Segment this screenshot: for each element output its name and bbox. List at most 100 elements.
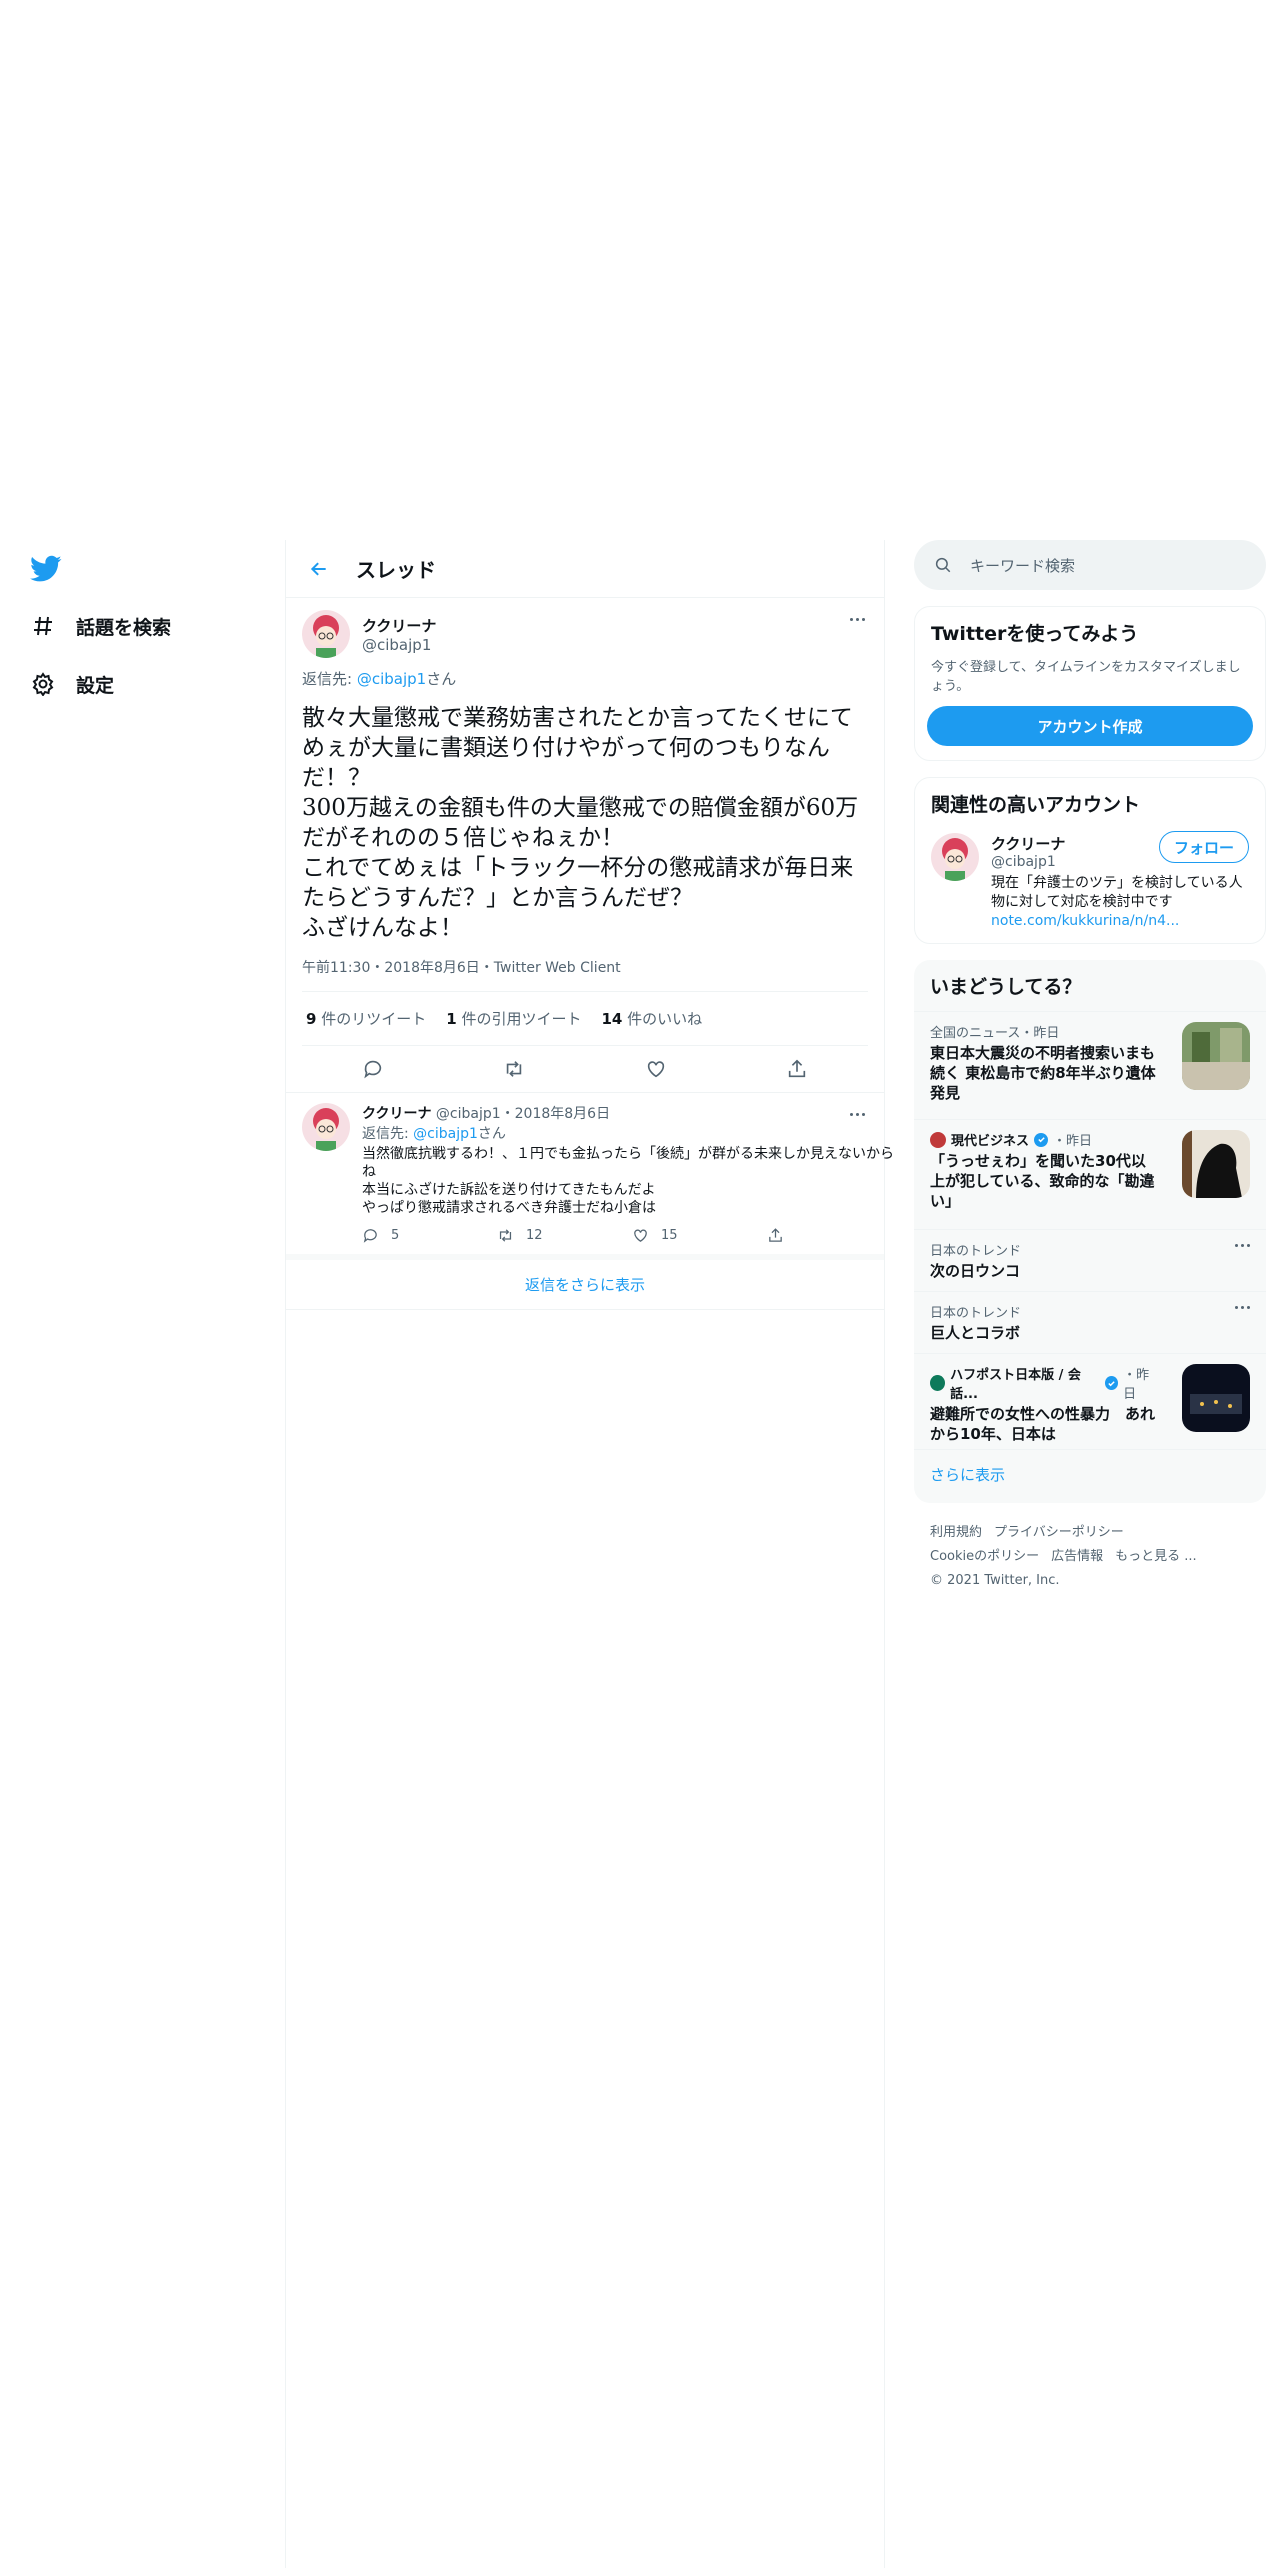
main-tweet: ククリーナ @cibajp1 返信先: @cibajp1さん 散々大量懲戒で業務… (286, 598, 884, 1093)
like-button[interactable]: 15 (632, 1227, 767, 1244)
account-bio: 現在「弁護士のツテ」を検討している人物に対して対応を検討中です (991, 875, 1243, 910)
show-more-replies-button[interactable]: 返信をさらに表示 (286, 1260, 884, 1310)
reply-tweet[interactable]: ククリーナ @cibajp1・2018年8月6日 返信先: @cibajp1さん… (286, 1093, 894, 1260)
related-title: 関連性の高いアカウント (931, 794, 1141, 816)
reply-to-link[interactable]: @cibajp1 (357, 670, 426, 688)
author-name[interactable]: ククリーナ (362, 615, 436, 636)
avatar[interactable] (931, 833, 979, 881)
trend-context: 日本のトレンド (930, 1306, 1022, 1321)
trend-title: 巨人とコラボ (930, 1324, 1021, 1342)
page: 話題を検索 設定 スレッド ククリーナ @cibajp1 返信先: @cibaj… (0, 0, 1284, 2568)
trend-thumbnail (1182, 1022, 1250, 1090)
more-options-icon[interactable] (846, 612, 868, 626)
create-account-button[interactable]: アカウント作成 (927, 706, 1253, 746)
main-column: スレッド ククリーナ @cibajp1 返信先: @cibajp1さん 散々大量… (285, 540, 894, 2568)
trend-context: 現代ビジネス ・昨日 (930, 1130, 1160, 1149)
trend-title: 東日本大震災の不明者捜索いまも続く 東松島市で約8年半ぶり遺体発見 (930, 1044, 1156, 1102)
like-count[interactable]: 14 件のいいね (601, 1008, 702, 1029)
signup-title: Twitterを使ってみよう (931, 623, 1139, 645)
related-account[interactable]: ククリーナ @cibajp1 現在「弁護士のツテ」を検討している人物に対して対応… (915, 829, 1265, 943)
trend-item[interactable]: 現代ビジネス ・昨日 「うっせぇわ」を聞いた30代以上が犯している、致命的な「勘… (914, 1119, 1266, 1229)
author-handle-date[interactable]: @cibajp1・2018年8月6日 (436, 1106, 610, 1122)
signup-text: 今すぐ登録して、タイムラインをカスタマイズしましょう。 (931, 660, 1241, 694)
trend-context: 全国のニュース・昨日 (930, 1026, 1060, 1041)
footer-link[interactable]: Cookieのポリシー (930, 1549, 1039, 1564)
trend-title: 次の日ウンコ (930, 1262, 1021, 1280)
reply-button[interactable]: 5 (362, 1227, 497, 1244)
trend-title: 避難所での女性への性暴力 あれから10年、日本は (930, 1405, 1156, 1443)
source-logo-icon (930, 1375, 946, 1391)
quote-count[interactable]: 1 件の引用ツイート (446, 1008, 581, 1029)
trends-card: いまどうしてる？ 全国のニュース・昨日 東日本大震災の不明者捜索いまも続く 東松… (914, 960, 1266, 1503)
search-icon (935, 557, 951, 573)
more-options-icon[interactable] (1235, 1244, 1250, 1247)
nav-item-label: 設定 (76, 674, 115, 697)
retweet-icon[interactable] (501, 1056, 527, 1082)
reply-to: 返信先: @cibajp1さん (362, 1123, 902, 1143)
trend-time: ・昨日 (1053, 1134, 1093, 1149)
trend-thumbnail (1182, 1364, 1250, 1432)
trend-title: 「うっせぇわ」を聞いた30代以上が犯している、致命的な「勘違い」 (930, 1152, 1155, 1210)
see-more-link[interactable]: さらに表示 (914, 1449, 1266, 1503)
thread-header: スレッド (286, 540, 884, 598)
trend-source: ハフポスト日本版 / 会話... (950, 1368, 1081, 1402)
reply-to-link[interactable]: @cibajp1 (413, 1126, 478, 1142)
retweet-icon (499, 1229, 512, 1242)
avatar[interactable] (302, 610, 350, 658)
right-sidebar: キーワード検索 Twitterを使ってみよう 今すぐ登録して、タイムラインをカス… (914, 540, 1266, 1611)
source-logo-icon (930, 1131, 946, 1148)
related-accounts-card: 関連性の高いアカウント ククリーナ @cibajp1 現在「弁護士のツテ」を検討… (914, 777, 1266, 944)
footer-link[interactable]: 広告情報 (1051, 1549, 1103, 1564)
share-icon[interactable] (784, 1056, 810, 1082)
footer-link[interactable]: もっと見る ... (1115, 1549, 1197, 1564)
nav-item-explore[interactable]: 話題を検索 (30, 606, 171, 646)
retweet-count[interactable]: 9 件のリツイート (306, 1008, 426, 1029)
tweet-actions (302, 1046, 868, 1092)
footer: 利用規約 プライバシーポリシー Cookieのポリシー 広告情報 もっと見る ... … (914, 1503, 1266, 1611)
reply-icon[interactable] (360, 1056, 386, 1082)
trend-item[interactable]: ハフポスト日本版 / 会話... ・昨日 避難所での女性への性暴力 あれから10… (914, 1353, 1266, 1449)
author-handle[interactable]: @cibajp1 (362, 636, 436, 654)
trend-context: 日本のトレンド (930, 1244, 1022, 1259)
reply-to-suffix: さん (477, 1126, 506, 1142)
tweet-meta[interactable]: 午前11:30・2018年8月6日・Twitter Web Client (302, 957, 868, 992)
tweet-stats: 9 件のリツイート 1 件の引用ツイート 14 件のいいね (302, 992, 868, 1046)
page-title: スレッド (356, 558, 436, 582)
share-icon (769, 1228, 782, 1242)
trend-source: 現代ビジネス (951, 1134, 1030, 1149)
avatar[interactable] (302, 1103, 350, 1151)
trend-item[interactable]: 日本のトレンド 巨人とコラボ (914, 1291, 1266, 1353)
reply-to: 返信先: @cibajp1さん (302, 668, 868, 689)
reply-icon (363, 1229, 377, 1243)
trends-title: いまどうしてる？ (930, 976, 1082, 998)
share-button[interactable] (767, 1227, 902, 1244)
retweet-button[interactable]: 12 (497, 1227, 632, 1244)
reply-to-prefix: 返信先: (362, 1126, 414, 1142)
like-icon[interactable] (643, 1056, 669, 1082)
tweet-text: 散々大量懲戒で業務妨害されたとか言ってたくせにてめぇが大量に書類送り付けやがって… (302, 705, 859, 941)
follow-button[interactable]: フォロー (1158, 831, 1249, 863)
account-link[interactable]: note.com/kukkurina/n/n4... (991, 912, 1249, 931)
reply-to-suffix: さん (426, 670, 457, 688)
nav-item-settings[interactable]: 設定 (30, 664, 114, 704)
reply-to-prefix: 返信先: (302, 670, 357, 688)
copyright: © 2021 Twitter, Inc. (930, 1573, 1060, 1588)
more-options-icon[interactable] (1235, 1306, 1250, 1309)
reply-text: 当然徹底抗戦するわ！、１円でも金払ったら「後続」が群がる未来しか見えないからね … (362, 1146, 894, 1216)
footer-link[interactable]: プライバシーポリシー (994, 1525, 1124, 1540)
trend-item[interactable]: 全国のニュース・昨日 東日本大震災の不明者捜索いまも続く 東松島市で約8年半ぶり… (914, 1011, 1266, 1119)
verified-badge-icon (1104, 1376, 1119, 1390)
trend-thumbnail (1182, 1130, 1250, 1198)
signup-card: Twitterを使ってみよう 今すぐ登録して、タイムラインをカスタマイズしましょ… (914, 606, 1266, 761)
search-placeholder: キーワード検索 (970, 556, 1076, 575)
verified-badge-icon (1034, 1132, 1049, 1147)
twitter-logo-icon[interactable] (30, 555, 64, 585)
search-input[interactable]: キーワード検索 (914, 540, 1266, 590)
more-options-icon[interactable] (846, 1107, 868, 1121)
trend-item[interactable]: 日本のトレンド 次の日ウンコ (914, 1229, 1266, 1291)
reply-actions: 5 12 15 (362, 1227, 902, 1244)
hashtag-icon (30, 613, 56, 639)
back-arrow-icon[interactable] (304, 554, 334, 584)
footer-link[interactable]: 利用規約 (930, 1525, 982, 1540)
author-name[interactable]: ククリーナ (362, 1106, 431, 1122)
